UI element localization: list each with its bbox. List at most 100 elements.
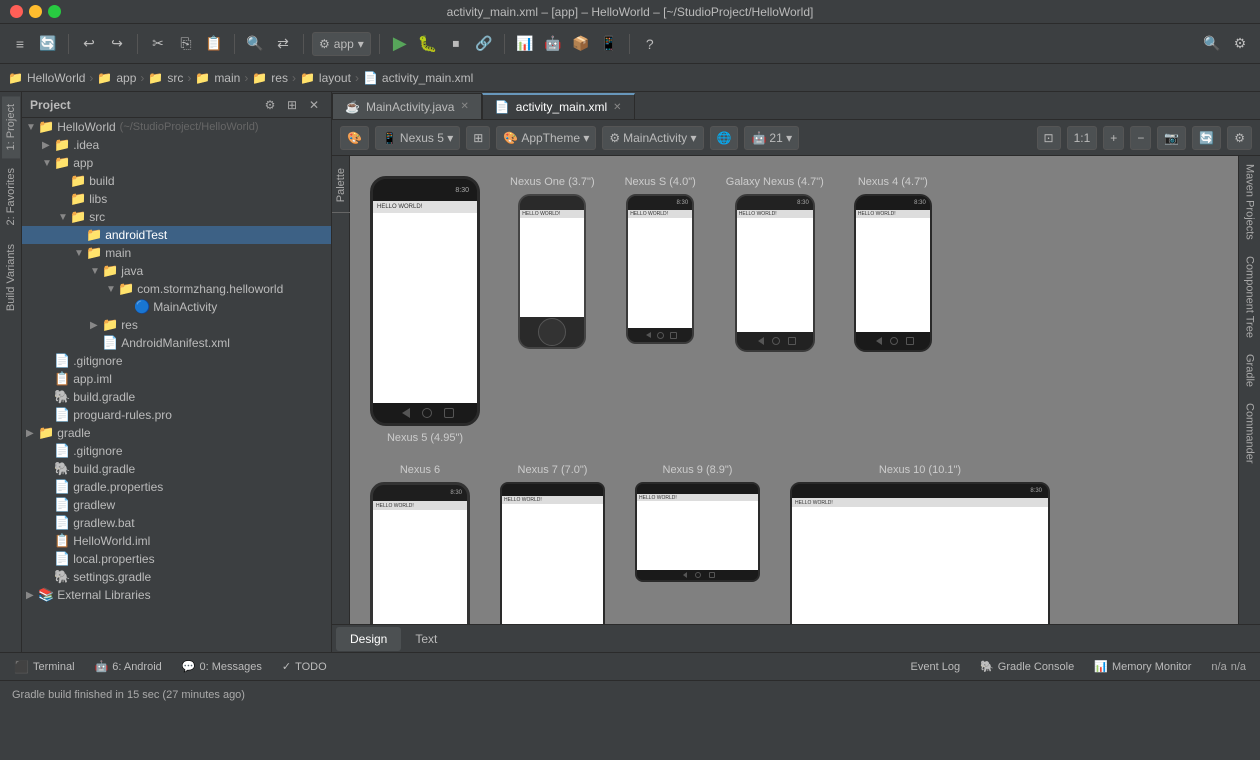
- close-button[interactable]: [10, 5, 23, 18]
- zoom-in-button[interactable]: +: [1103, 126, 1124, 150]
- copy-button[interactable]: ⎘: [174, 32, 198, 56]
- tab-mainactivity[interactable]: ☕ MainActivity.java ✕: [332, 93, 482, 119]
- cut-button[interactable]: ✂: [146, 32, 170, 56]
- tree-appiml[interactable]: 📋 app.iml: [22, 370, 331, 388]
- tree-app[interactable]: ▼ 📁 app: [22, 154, 331, 172]
- screen-dropdown[interactable]: ⊞: [466, 126, 490, 150]
- tree-proguard[interactable]: 📄 proguard-rules.pro: [22, 406, 331, 424]
- tree-idea[interactable]: ▶ 📁 .idea: [22, 136, 331, 154]
- tree-mainactivity[interactable]: 🔵 MainActivity: [22, 298, 331, 316]
- nexus5-dropdown[interactable]: 📱 Nexus 5 ▾: [375, 126, 460, 150]
- text-tab[interactable]: Text: [401, 627, 451, 651]
- tree-java[interactable]: ▼ 📁 java: [22, 262, 331, 280]
- tree-src[interactable]: ▼ 📁 src: [22, 208, 331, 226]
- bc-app[interactable]: 📁 app: [97, 71, 136, 85]
- tab-xml-close[interactable]: ✕: [613, 102, 621, 113]
- tree-settingsgradle[interactable]: 🐘 settings.gradle: [22, 568, 331, 586]
- sidebar-close[interactable]: ✕: [305, 96, 323, 114]
- palette-button[interactable]: 🎨: [340, 126, 369, 150]
- undo-button[interactable]: ↩: [77, 32, 101, 56]
- sidebar-settings[interactable]: ⚙: [261, 96, 279, 114]
- tree-extlibs[interactable]: ▶ 📚 External Libraries: [22, 586, 331, 604]
- search-all-button[interactable]: 🔍: [1200, 32, 1224, 56]
- project-tab[interactable]: 1: Project: [2, 96, 20, 158]
- tree-localprops[interactable]: 📄 local.properties: [22, 550, 331, 568]
- theme-dropdown[interactable]: 🎨 AppTheme ▾: [496, 126, 596, 150]
- minimize-button[interactable]: [29, 5, 42, 18]
- event-log-item[interactable]: Event Log: [905, 653, 967, 680]
- design-area[interactable]: 8:30 HELLO WORLD!: [350, 156, 1238, 624]
- memory-monitor-item[interactable]: 📊 Memory Monitor: [1088, 653, 1197, 680]
- paste-button[interactable]: 📋: [202, 32, 226, 56]
- tree-gradle[interactable]: ▶ 📁 gradle: [22, 424, 331, 442]
- tree-buildgradle1[interactable]: 🐘 build.gradle: [22, 388, 331, 406]
- stop-button[interactable]: ⏹: [444, 32, 468, 56]
- replace-button[interactable]: ⇄: [271, 32, 295, 56]
- todo-item[interactable]: ✓ TODO: [276, 653, 333, 680]
- tree-androidtest[interactable]: 📁 androidTest: [22, 226, 331, 244]
- refresh-button[interactable]: 🔄: [1192, 126, 1221, 150]
- commander-tab[interactable]: Commander: [1241, 395, 1259, 472]
- tree-build[interactable]: 📁 build: [22, 172, 331, 190]
- bc-helloworld[interactable]: 📁 HelloWorld: [8, 71, 85, 85]
- tree-gitignore1[interactable]: 📄 .gitignore: [22, 352, 331, 370]
- ddms-button[interactable]: 🤖: [541, 32, 565, 56]
- tree-res[interactable]: ▶ 📁 res: [22, 316, 331, 334]
- component-tree-tab[interactable]: Component Tree: [1241, 248, 1259, 346]
- gradle-tab[interactable]: Gradle: [1241, 346, 1259, 395]
- menu-icon[interactable]: ≡: [8, 32, 32, 56]
- activity-dropdown[interactable]: ⚙ MainActivity ▾: [602, 126, 703, 150]
- design-tab[interactable]: Design: [336, 627, 401, 651]
- zoom-fit-button[interactable]: ⊡: [1037, 126, 1061, 150]
- tree-manifest[interactable]: 📄 AndroidManifest.xml: [22, 334, 331, 352]
- tree-gradlewbat[interactable]: 📄 gradlew.bat: [22, 514, 331, 532]
- terminal-item[interactable]: ⬛ Terminal: [8, 653, 81, 680]
- bc-layout[interactable]: 📁 layout: [300, 71, 351, 85]
- tree-main[interactable]: ▼ 📁 main: [22, 244, 331, 262]
- palette-label[interactable]: Palette: [333, 160, 349, 210]
- tree-gitignore2[interactable]: 📄 .gitignore: [22, 442, 331, 460]
- sdk-button[interactable]: 📦: [569, 32, 593, 56]
- tab-activity-xml[interactable]: 📄 activity_main.xml ✕: [482, 93, 635, 119]
- tree-buildgradle2[interactable]: 🐘 build.gradle: [22, 460, 331, 478]
- tree-package[interactable]: ▼ 📁 com.stormzhang.helloworld: [22, 280, 331, 298]
- bc-main[interactable]: 📁 main: [195, 71, 240, 85]
- messages-item[interactable]: 💬 0: Messages: [176, 653, 268, 680]
- nexus9-device: Nexus 9 (8.9") HELLO WORLD!: [635, 464, 760, 582]
- android-item[interactable]: 🤖 6: Android: [89, 653, 168, 680]
- tree-helloworld[interactable]: ▼ 📁 HelloWorld (~/StudioProject/HelloWor…: [22, 118, 331, 136]
- avd-button[interactable]: 📱: [597, 32, 621, 56]
- settings-button[interactable]: ⚙: [1228, 32, 1252, 56]
- tree-gradlew[interactable]: 📄 gradlew: [22, 496, 331, 514]
- screenshot-button[interactable]: 📷: [1157, 126, 1186, 150]
- build-dropdown[interactable]: ⚙ app ▾: [312, 32, 371, 56]
- bc-file[interactable]: 📄 activity_main.xml: [363, 71, 473, 85]
- zoom-actual-button[interactable]: 1:1: [1067, 126, 1098, 150]
- tree-libs[interactable]: 📁 libs: [22, 190, 331, 208]
- gradle-console-item[interactable]: 🐘 Gradle Console: [974, 653, 1080, 680]
- sidebar-gear[interactable]: ⊞: [283, 96, 301, 114]
- search-button[interactable]: 🔍: [243, 32, 267, 56]
- sync-icon[interactable]: 🔄: [36, 32, 60, 56]
- help-button[interactable]: ?: [638, 32, 662, 56]
- design-settings[interactable]: ⚙: [1227, 126, 1252, 150]
- devices-grid: 8:30 HELLO WORLD!: [350, 156, 1238, 624]
- maximize-button[interactable]: [48, 5, 61, 18]
- maven-projects-tab[interactable]: Maven Projects: [1241, 156, 1259, 248]
- profile-button[interactable]: 📊: [513, 32, 537, 56]
- language-dropdown[interactable]: 🌐: [710, 126, 739, 150]
- bc-src[interactable]: 📁 src: [148, 71, 183, 85]
- tree-hwiml[interactable]: 📋 HelloWorld.iml: [22, 532, 331, 550]
- zoom-out-button[interactable]: −: [1130, 126, 1151, 150]
- debug-button[interactable]: 🐛: [416, 32, 440, 56]
- tab-mainactivity-close[interactable]: ✕: [460, 101, 468, 112]
- build-variants-tab[interactable]: Build Variants: [2, 236, 20, 319]
- bc-res[interactable]: 📁 res: [252, 71, 288, 85]
- tree-gradleprops[interactable]: 📄 gradle.properties: [22, 478, 331, 496]
- attach-button[interactable]: 🔗: [472, 32, 496, 56]
- favorites-tab[interactable]: 2: Favorites: [2, 160, 20, 233]
- run-button[interactable]: ▶: [388, 32, 412, 56]
- redo-button[interactable]: ↪: [105, 32, 129, 56]
- api-dropdown[interactable]: 🤖 21 ▾: [744, 126, 799, 150]
- sidebar-title: Project: [30, 98, 257, 112]
